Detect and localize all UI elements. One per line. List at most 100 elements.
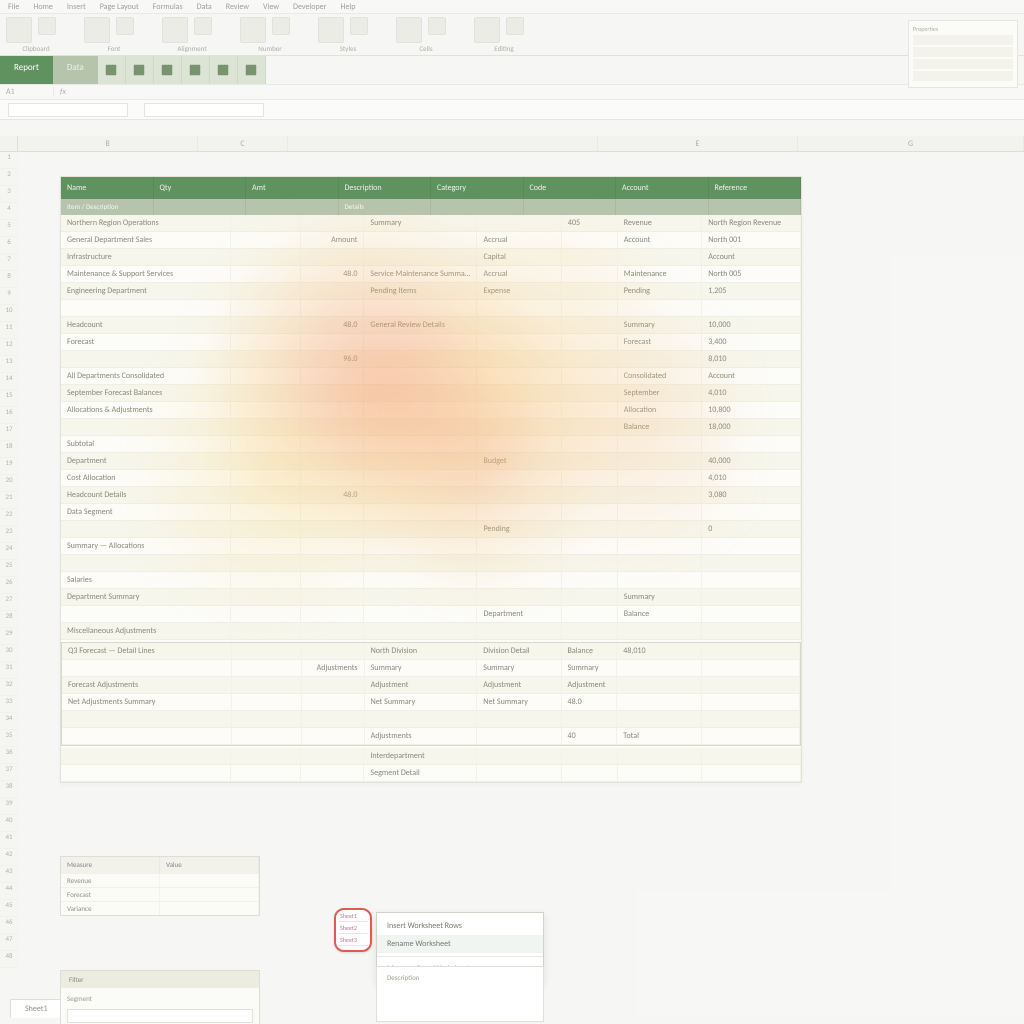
- table-cell[interactable]: Pending: [618, 283, 702, 299]
- row-header[interactable]: 9: [0, 288, 18, 305]
- select-all-corner[interactable]: [0, 136, 18, 151]
- table-row[interactable]: Summary — Allocations: [61, 538, 801, 555]
- menu-review[interactable]: Review: [226, 2, 249, 11]
- row-header[interactable]: 5: [0, 220, 18, 237]
- table-cell[interactable]: Net Summary: [365, 694, 478, 710]
- table-cell[interactable]: [364, 572, 477, 588]
- menu-home[interactable]: Home: [33, 2, 53, 11]
- menu-data[interactable]: Data: [197, 2, 212, 11]
- table-cell[interactable]: [702, 589, 801, 605]
- table-row[interactable]: Department SummarySummary: [61, 589, 801, 606]
- table-row[interactable]: All Departments ConsolidatedConsolidated…: [61, 368, 801, 385]
- table-row[interactable]: Headcount Details48.03,080: [61, 487, 801, 504]
- table-cell[interactable]: [477, 572, 561, 588]
- table-cell[interactable]: Forecast: [61, 334, 231, 350]
- table-cell[interactable]: [702, 623, 801, 639]
- table-cell[interactable]: [562, 504, 618, 520]
- row-header[interactable]: 1: [0, 152, 18, 169]
- table-row[interactable]: Forecast AdjustmentsAdjustmentAdjustment…: [62, 677, 800, 694]
- table-cell[interactable]: Department Summary: [61, 589, 231, 605]
- context-menu-item[interactable]: Insert Worksheet Rows: [377, 917, 543, 935]
- row-header[interactable]: 48: [0, 951, 18, 968]
- table-cell[interactable]: All Departments Consolidated: [61, 368, 231, 384]
- table-row[interactable]: Engineering DepartmentPending ItemsExpen…: [61, 283, 801, 300]
- table-row[interactable]: AdjustmentsSummarySummarySummary: [62, 660, 800, 677]
- ribbon-icon[interactable]: [318, 17, 344, 43]
- table-cell[interactable]: Allocations & Adjustments: [61, 402, 231, 418]
- table-cell[interactable]: Net Summary: [477, 694, 561, 710]
- row-header[interactable]: 44: [0, 883, 18, 900]
- table-cell[interactable]: [231, 453, 301, 469]
- table-header-cell[interactable]: Reference: [709, 177, 802, 199]
- table-cell[interactable]: [61, 419, 231, 435]
- table-cell[interactable]: [618, 453, 702, 469]
- table-cell[interactable]: Miscellaneous Adjustments: [61, 623, 231, 639]
- table-cell[interactable]: [562, 317, 618, 333]
- aux-cell[interactable]: [160, 902, 259, 915]
- table-cell[interactable]: [301, 385, 364, 401]
- table-cell[interactable]: [702, 572, 801, 588]
- table-row[interactable]: Cost Allocation4,010: [61, 470, 801, 487]
- filter-icon[interactable]: [154, 56, 182, 84]
- row-header[interactable]: 46: [0, 917, 18, 934]
- table-cell[interactable]: Segment Detail: [364, 765, 477, 781]
- table-cell[interactable]: General Department Sales: [61, 232, 231, 248]
- table-cell[interactable]: [702, 728, 800, 744]
- table-cell[interactable]: [477, 351, 561, 367]
- row-header[interactable]: 22: [0, 509, 18, 526]
- ribbon-icon[interactable]: [474, 17, 500, 43]
- table-row[interactable]: [61, 555, 801, 572]
- table-cell[interactable]: Account: [702, 249, 801, 265]
- table-cell[interactable]: Expense: [477, 283, 561, 299]
- row-header[interactable]: 27: [0, 594, 18, 611]
- table-header-cell[interactable]: Code: [524, 177, 617, 199]
- table-cell[interactable]: [231, 470, 301, 486]
- table-cell[interactable]: General Review Details: [364, 317, 477, 333]
- table-cell[interactable]: [562, 589, 618, 605]
- table-cell[interactable]: [618, 555, 702, 571]
- row-header[interactable]: 38: [0, 781, 18, 798]
- row-header[interactable]: 6: [0, 237, 18, 254]
- table-cell[interactable]: [301, 504, 364, 520]
- table-cell[interactable]: 48,010: [617, 643, 701, 659]
- table-cell[interactable]: 48.0: [301, 317, 364, 333]
- table-cell[interactable]: [232, 728, 302, 744]
- table-cell[interactable]: Adjustments: [302, 660, 365, 676]
- table-cell[interactable]: [562, 249, 618, 265]
- row-header[interactable]: 8: [0, 271, 18, 288]
- ribbon-icon[interactable]: [506, 17, 524, 35]
- table-cell[interactable]: [562, 538, 618, 554]
- table-cell[interactable]: [232, 643, 302, 659]
- table-cell[interactable]: Adjustment: [477, 677, 561, 693]
- table-cell[interactable]: [232, 660, 302, 676]
- table-cell[interactable]: Forecast: [618, 334, 702, 350]
- table-cell[interactable]: [562, 521, 618, 537]
- table-cell[interactable]: Summary: [477, 660, 561, 676]
- pivot-icon[interactable]: [182, 56, 210, 84]
- table-cell[interactable]: [364, 232, 477, 248]
- table-cell[interactable]: Northern Region Operations: [61, 215, 231, 231]
- table-cell[interactable]: [702, 504, 801, 520]
- table-cell[interactable]: 10,000: [702, 317, 801, 333]
- table-cell[interactable]: 1,205: [702, 283, 801, 299]
- table-cell[interactable]: [364, 249, 477, 265]
- table-cell[interactable]: [364, 402, 477, 418]
- table-cell[interactable]: Headcount: [61, 317, 231, 333]
- table-cell[interactable]: [61, 606, 231, 622]
- table-cell[interactable]: [562, 711, 618, 727]
- table-header-cell[interactable]: Account: [616, 177, 709, 199]
- table-cell[interactable]: Balance: [618, 419, 702, 435]
- ribbon-icon[interactable]: [38, 17, 56, 35]
- ribbon-icon[interactable]: [396, 17, 422, 43]
- table-header-cell[interactable]: Name: [61, 177, 154, 199]
- table-row[interactable]: Allocations & AdjustmentsAllocation10,80…: [61, 402, 801, 419]
- table-cell[interactable]: [477, 470, 561, 486]
- table-cell[interactable]: [364, 623, 477, 639]
- table-cell[interactable]: Allocation: [618, 402, 702, 418]
- table-cell[interactable]: Salaries: [61, 572, 231, 588]
- table-row[interactable]: DepartmentBalance: [61, 606, 801, 623]
- table-cell[interactable]: [231, 623, 301, 639]
- table-cell[interactable]: [477, 504, 561, 520]
- table-row[interactable]: [62, 711, 800, 728]
- table-cell[interactable]: [618, 572, 702, 588]
